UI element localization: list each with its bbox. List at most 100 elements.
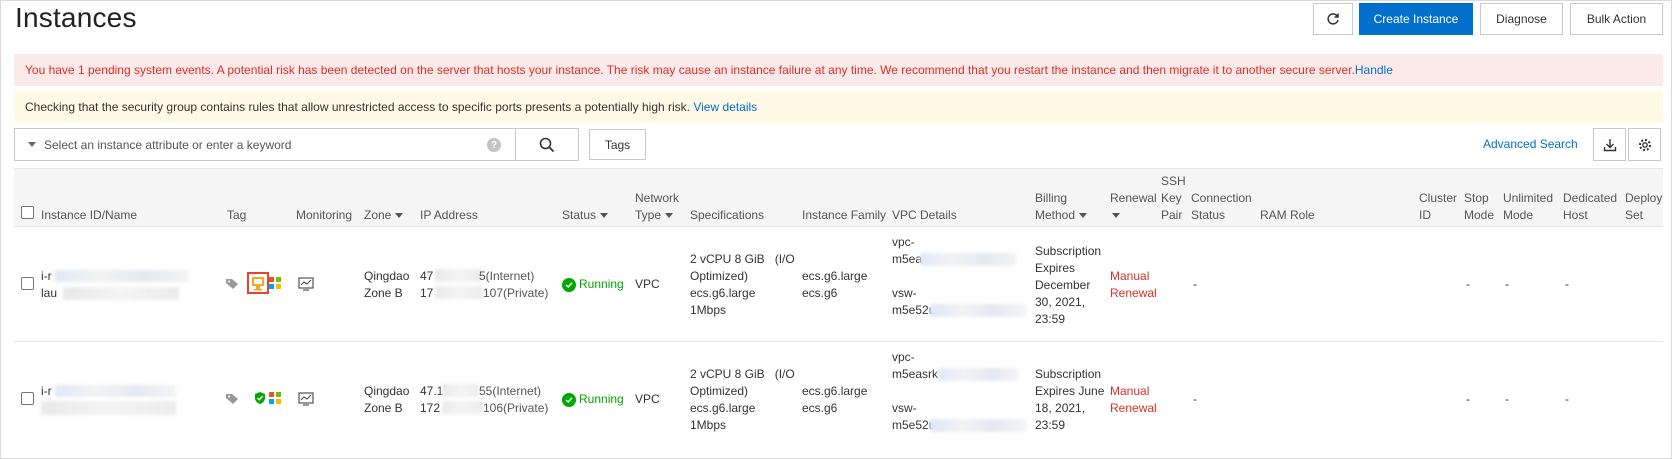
- security-group-text: Checking that the security group contain…: [25, 100, 690, 114]
- col-deploy-2: Set: [1625, 208, 1644, 222]
- spec-type-link[interactable]: ecs.g6.large: [690, 285, 755, 302]
- col-ssh-3: Pair: [1161, 208, 1183, 222]
- network-filter-icon[interactable]: [665, 213, 674, 219]
- private-ip-suffix: 107(Private): [483, 286, 549, 300]
- col-billing[interactable]: Method: [1035, 207, 1088, 224]
- public-ip-suffix: 5(Internet): [479, 269, 535, 283]
- redacted-instance-name: [41, 401, 176, 415]
- redacted-vpc-id: [920, 253, 1016, 266]
- refresh-button[interactable]: [1313, 3, 1353, 35]
- col-cluster-1: Cluster: [1419, 191, 1458, 205]
- connection-status: -: [1193, 277, 1197, 291]
- status-badge: Running: [562, 276, 624, 293]
- col-ram: RAM Role: [1260, 208, 1315, 222]
- renewal-line-2: Renewal: [1110, 286, 1157, 300]
- spec-io-text: (I/O: [774, 367, 795, 381]
- bulk-action-button[interactable]: Bulk Action: [1570, 3, 1663, 35]
- vpc-label[interactable]: vpc-: [892, 349, 915, 366]
- help-icon[interactable]: ?: [487, 138, 501, 152]
- system-event-text: You have 1 pending system events. A pote…: [25, 63, 1355, 77]
- instance-id-link[interactable]: i-r: [41, 383, 52, 400]
- row-checkbox[interactable]: [21, 392, 34, 405]
- handle-link[interactable]: Handle: [1355, 63, 1393, 77]
- redacted-private-ip: [435, 286, 483, 299]
- private-ip-suffix: 106(Private): [483, 401, 549, 415]
- search-input[interactable]: [44, 137, 464, 152]
- col-deploy-1: Deploy: [1625, 191, 1663, 205]
- security-shield-icon[interactable]: [254, 391, 266, 405]
- row-checkbox[interactable]: [21, 277, 34, 290]
- select-all-checkbox[interactable]: [21, 206, 34, 219]
- col-stop-1: Stop: [1464, 191, 1489, 205]
- col-network-1: Network: [635, 191, 680, 205]
- vsw-label[interactable]: vsw-: [892, 285, 917, 302]
- highlighted-security-icon[interactable]: [247, 272, 269, 294]
- vpc-label[interactable]: vpc-: [892, 234, 915, 251]
- vsw-label[interactable]: vsw-: [892, 400, 917, 417]
- col-dedicated-2: Host: [1563, 208, 1588, 222]
- billing-line-2: Expires June: [1035, 384, 1105, 398]
- instance-id-link[interactable]: i-r: [41, 268, 52, 285]
- vpc-id-link[interactable]: m5easrk: [892, 366, 938, 383]
- redacted-instance-name: [63, 287, 179, 300]
- col-conn-1: Connection: [1191, 191, 1252, 205]
- spec-bandwidth: 1Mbps: [690, 303, 727, 317]
- col-status[interactable]: Status: [562, 207, 609, 224]
- redacted-public-ip: [435, 269, 483, 282]
- monitoring-icon[interactable]: [298, 277, 314, 291]
- stop-mode: -: [1466, 277, 1470, 291]
- create-instance-button[interactable]: Create Instance: [1359, 3, 1473, 35]
- monitoring-icon[interactable]: [298, 392, 314, 406]
- spec-optimized: Optimized): [690, 269, 749, 283]
- spec-cpu-text: 2 vCPU 8 GiB: [690, 367, 765, 381]
- search-button[interactable]: [515, 128, 579, 161]
- col-family: Instance Family: [802, 208, 887, 222]
- settings-button[interactable]: [1628, 128, 1661, 161]
- instance-name: lau: [41, 286, 58, 300]
- redacted-vpc-id: [938, 368, 1018, 381]
- billing-line-3: 18, 2021,: [1035, 401, 1086, 415]
- status-badge: Running: [562, 391, 624, 408]
- unlimited-mode: -: [1505, 277, 1509, 291]
- tags-button[interactable]: Tags: [589, 129, 646, 160]
- spec-type-link[interactable]: ecs.g6.large: [690, 400, 755, 417]
- col-renewal: Renewal: [1110, 191, 1157, 205]
- renewal-filter-icon[interactable]: [1112, 213, 1120, 219]
- advanced-search-link[interactable]: Advanced Search: [1483, 137, 1578, 151]
- col-network[interactable]: Type: [635, 207, 674, 224]
- col-zone[interactable]: Zone: [364, 207, 404, 224]
- billing-line-5: 23:59: [1035, 312, 1066, 326]
- zone-line-2: Zone B: [364, 286, 403, 300]
- vsw-id-link[interactable]: m5e52u: [892, 302, 935, 319]
- status-filter-icon[interactable]: [600, 213, 609, 219]
- download-icon: [1603, 138, 1616, 151]
- tag-icon[interactable]: [225, 278, 239, 290]
- renewal-line-1: Manual: [1110, 384, 1150, 398]
- export-button[interactable]: [1593, 128, 1626, 161]
- view-details-link[interactable]: View details: [693, 100, 757, 114]
- private-ip-prefix: 172: [420, 401, 441, 415]
- vpc-id-link[interactable]: m5ea: [892, 251, 922, 268]
- search-box[interactable]: ?: [14, 128, 516, 161]
- col-ssh-1: SSH: [1161, 174, 1186, 188]
- spec-cpu-text: 2 vCPU 8 GiB: [690, 252, 765, 266]
- billing-line-4: 23:59: [1035, 418, 1066, 432]
- tag-icon[interactable]: [225, 393, 239, 405]
- billing-filter-icon[interactable]: [1079, 213, 1088, 219]
- attribute-dropdown-icon[interactable]: [28, 142, 36, 147]
- vsw-id-link[interactable]: m5e52u: [892, 417, 935, 434]
- spec-cpu-mem: 2 vCPU 8 GiB (I/O: [690, 251, 795, 268]
- col-stop-2: Mode: [1464, 208, 1495, 222]
- zone-filter-icon[interactable]: [395, 213, 404, 219]
- family-name: ecs.g6: [802, 286, 838, 300]
- col-renewal-filter[interactable]: [1110, 207, 1120, 224]
- col-tag: Tag: [227, 208, 247, 222]
- col-instance[interactable]: Instance ID/Name: [41, 207, 137, 224]
- diagnose-button[interactable]: Diagnose: [1480, 3, 1563, 35]
- security-shield-icon: [252, 277, 264, 291]
- billing-line-2: Expires: [1035, 261, 1076, 275]
- network-type: VPC: [635, 392, 660, 406]
- family-name: ecs.g6: [802, 401, 838, 415]
- col-conn-2: Status: [1191, 208, 1226, 222]
- page-title: Instances: [15, 2, 137, 33]
